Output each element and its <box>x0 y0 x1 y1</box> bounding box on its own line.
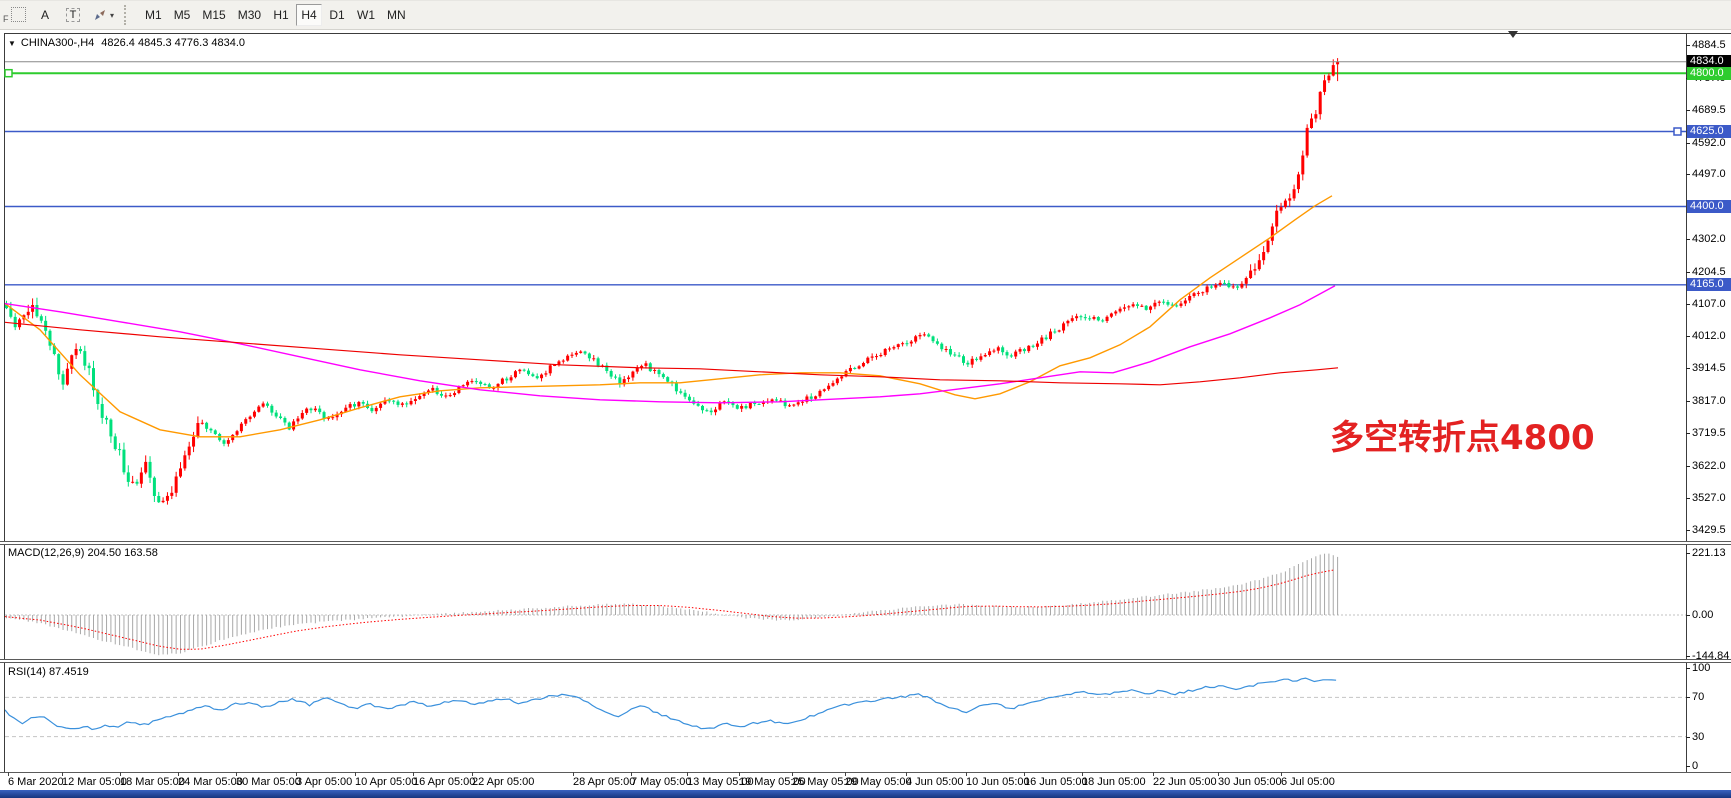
axis-tick <box>1686 530 1690 531</box>
price-tick-label: 3719.5 <box>1692 427 1726 439</box>
axis-tick <box>1686 304 1690 305</box>
chart-annotation-text[interactable]: 多空转折点4800 <box>1330 410 1595 459</box>
time-tick-label: 12 Mar 05:00 <box>62 776 127 788</box>
horizontal-level-lines[interactable] <box>5 70 1686 285</box>
candlestick-series <box>5 58 1339 505</box>
time-tick-label: 30 Mar 05:00 <box>236 776 301 788</box>
time-tick-label: 29 May 05:00 <box>845 776 912 788</box>
price-tick-label: 4302.0 <box>1692 233 1726 245</box>
price-tick-label: 4012.0 <box>1692 330 1726 342</box>
axis-tick <box>1686 737 1690 738</box>
moving-average-lines <box>0 196 1338 437</box>
axis-tick <box>1686 697 1690 698</box>
price-badge-4800.0[interactable]: 4800.0 <box>1687 67 1731 80</box>
axis-tick <box>1686 174 1690 175</box>
axis-tick <box>1686 668 1690 669</box>
axis-tick <box>1686 368 1690 369</box>
axis-tick <box>1686 433 1690 434</box>
axis-tick <box>1686 766 1690 767</box>
time-tick-label: 10 Jun 05:00 <box>966 776 1030 788</box>
rsi-tick-label: 0 <box>1692 760 1698 772</box>
axis-tick <box>1686 553 1690 554</box>
line-handle[interactable] <box>5 70 12 77</box>
symbol-timeframe: CHINA300-,H4 <box>21 37 94 49</box>
time-tick-label: 22 Jun 05:00 <box>1153 776 1217 788</box>
axis-tick <box>1686 336 1690 337</box>
axis-tick <box>1686 45 1690 46</box>
taskbar-strip <box>0 790 1731 798</box>
axis-tick <box>1686 466 1690 467</box>
application-window: F A T ▾ M1M5M15M30H1H4D1W1MN ▼CHINA300-,… <box>0 0 1731 798</box>
price-badge-4400.0[interactable]: 4400.0 <box>1687 200 1731 213</box>
price-tick-label: 4204.5 <box>1692 266 1726 278</box>
axis-tick <box>1686 401 1690 402</box>
rsi-tick-label: 30 <box>1692 731 1704 743</box>
axis-tick <box>1686 656 1690 657</box>
time-tick-label: 24 Mar 05:00 <box>178 776 243 788</box>
ma-long-red <box>0 322 1338 385</box>
price-tick-label: 4497.0 <box>1692 168 1726 180</box>
ma-slow-magenta <box>0 286 1335 403</box>
time-tick-label: 18 Jun 05:00 <box>1082 776 1146 788</box>
macd-tick-label: 221.13 <box>1692 547 1726 559</box>
price-badge-4165.0[interactable]: 4165.0 <box>1687 278 1731 291</box>
chart-title: ▼ CHINA300-,H4 4826.4 4845.3 4776.3 4834.0 <box>8 37 245 49</box>
time-tick-label: 10 Apr 05:00 <box>355 776 417 788</box>
ma-fast-orange <box>0 196 1332 437</box>
axis-tick <box>1686 272 1690 273</box>
time-tick-label: 3 Apr 05:00 <box>296 776 352 788</box>
price-tick-label: 3429.5 <box>1692 524 1726 536</box>
price-tick-label: 4107.0 <box>1692 298 1726 310</box>
time-tick-label: 16 Apr 05:00 <box>413 776 475 788</box>
time-tick-label: 6 Mar 2020 <box>8 776 64 788</box>
price-tick-label: 3622.0 <box>1692 460 1726 472</box>
axis-tick <box>1686 143 1690 144</box>
price-tick-label: 4884.5 <box>1692 39 1726 51</box>
price-tick-label: 4689.5 <box>1692 104 1726 116</box>
macd-tick-label: -144.84 <box>1692 650 1729 662</box>
price-badge-4625.0[interactable]: 4625.0 <box>1687 125 1731 138</box>
macd-signal-line <box>5 570 1335 649</box>
macd-tick-label: 0.00 <box>1692 609 1713 621</box>
time-tick-label: 4 Jun 05:00 <box>906 776 964 788</box>
price-tick-label: 3817.0 <box>1692 395 1726 407</box>
time-tick-label: 6 Jul 05:00 <box>1281 776 1335 788</box>
chart-shift-marker[interactable] <box>1508 31 1518 38</box>
time-tick-label: 18 Mar 05:00 <box>120 776 185 788</box>
macd-indicator <box>5 554 1686 656</box>
price-tick-label: 3527.0 <box>1692 492 1726 504</box>
chart-canvas[interactable] <box>0 0 1731 798</box>
price-tick-label: 3914.5 <box>1692 362 1726 374</box>
rsi-tick-label: 100 <box>1692 662 1710 674</box>
axis-tick <box>1686 498 1690 499</box>
time-tick-label: 22 Apr 05:00 <box>472 776 534 788</box>
rsi-indicator <box>5 678 1686 737</box>
macd-indicator-label: MACD(12,26,9) 204.50 163.58 <box>8 547 158 559</box>
axis-tick <box>1686 615 1690 616</box>
time-tick-label: 28 Apr 05:00 <box>573 776 635 788</box>
rsi-tick-label: 70 <box>1692 691 1704 703</box>
price-tick-label: 4592.0 <box>1692 137 1726 149</box>
chart-dropdown-icon[interactable]: ▼ <box>8 39 16 48</box>
line-handle[interactable] <box>1674 128 1681 135</box>
axis-tick <box>1686 239 1690 240</box>
time-tick-label: 30 Jun 05:00 <box>1218 776 1282 788</box>
axis-tick <box>1686 110 1690 111</box>
time-tick-label: 16 Jun 05:00 <box>1024 776 1088 788</box>
rsi-line <box>5 678 1336 729</box>
rsi-indicator-label: RSI(14) 87.4519 <box>8 666 89 678</box>
ohlc-values: 4826.4 4845.3 4776.3 4834.0 <box>101 37 245 49</box>
time-tick-label: 7 May 05:00 <box>631 776 692 788</box>
